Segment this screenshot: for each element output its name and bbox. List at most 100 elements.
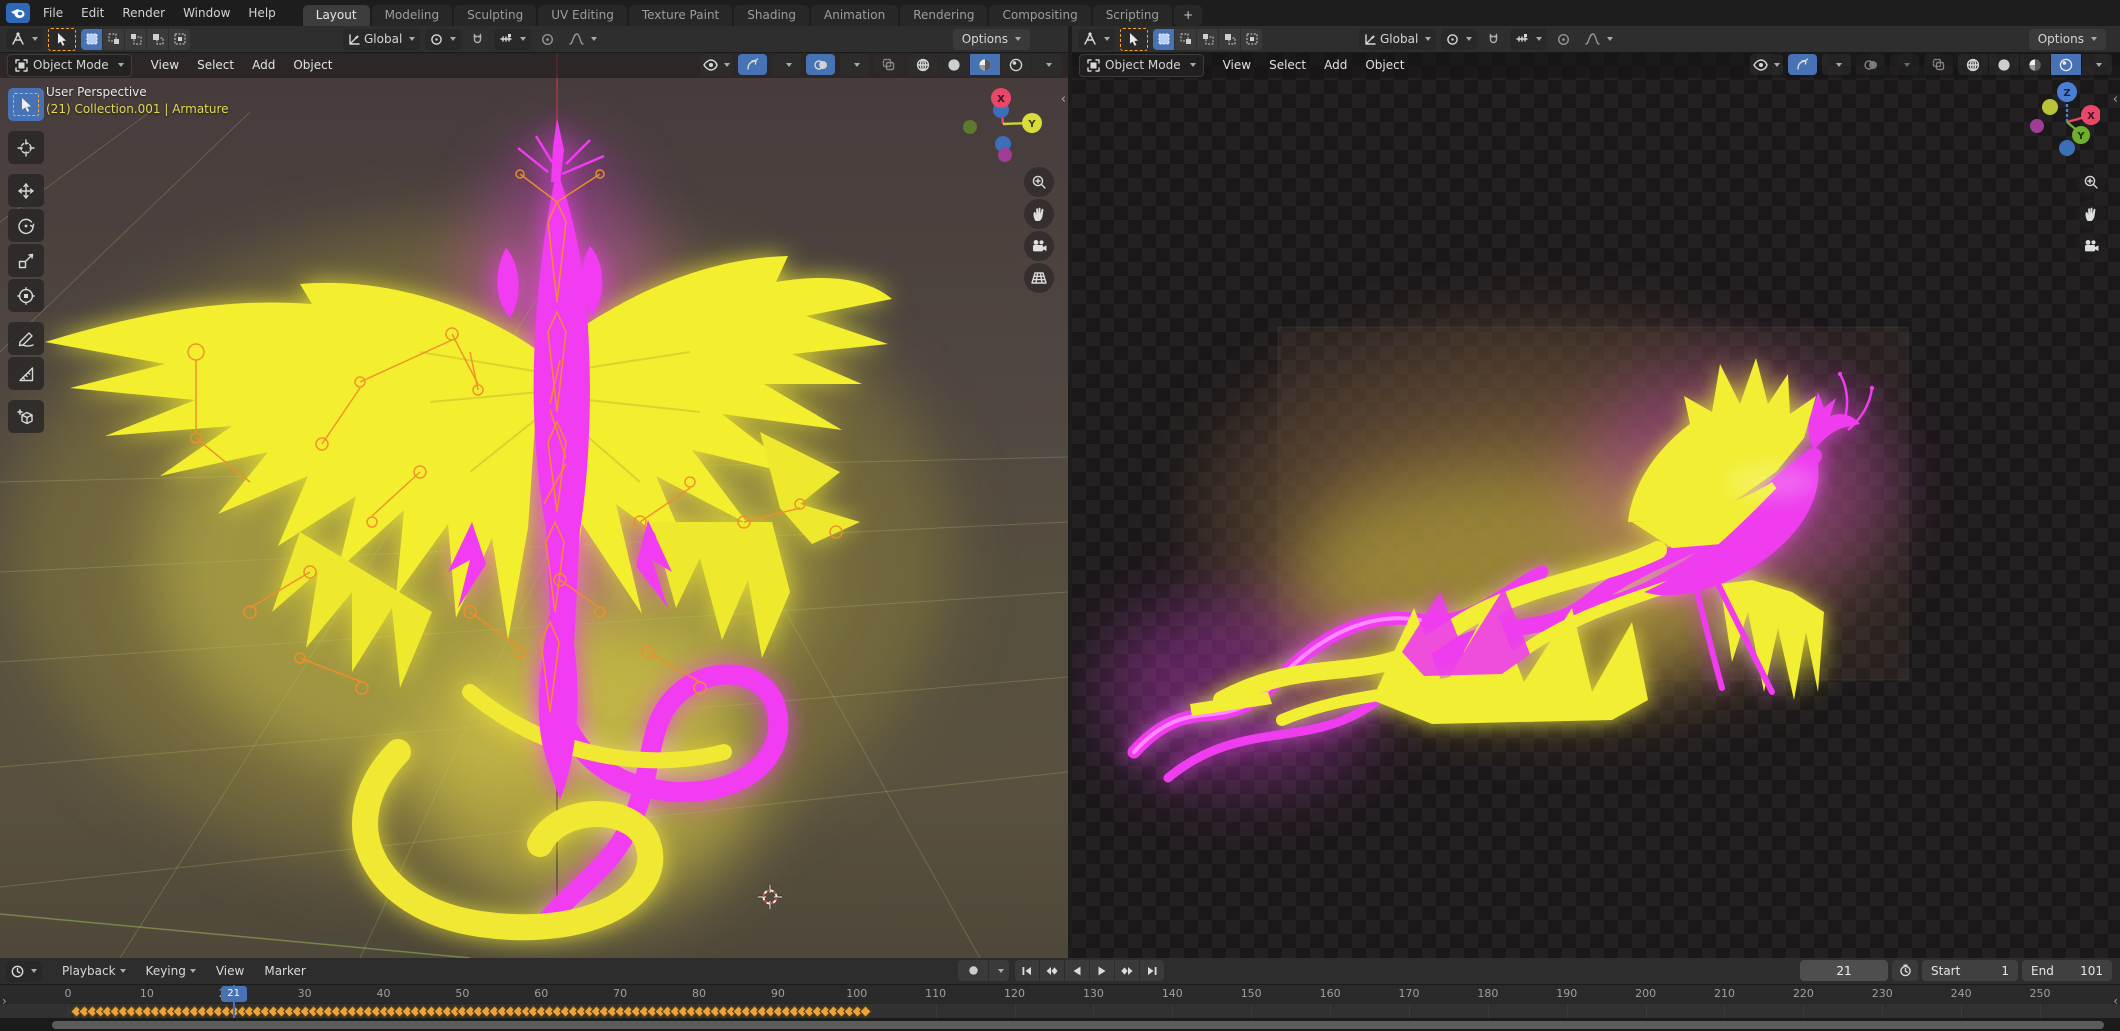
tab-compositing[interactable]: Compositing	[989, 5, 1090, 26]
proportional-editing-toggle[interactable]	[536, 29, 559, 50]
snapping-dropdown[interactable]	[1510, 29, 1547, 50]
add-workspace-button[interactable]: +	[1174, 5, 1202, 26]
transform-orientation-dropdown[interactable]: Global	[343, 29, 420, 50]
select-mode-new[interactable]	[81, 29, 102, 50]
viewport-menu-object[interactable]: Object	[1356, 53, 1413, 77]
tab-texture-paint[interactable]: Texture Paint	[629, 5, 732, 26]
show-object-types-dropdown[interactable]	[700, 54, 733, 75]
sidebar-collapse-arrow[interactable]: ‹	[2113, 92, 2118, 107]
viewport-menu-add[interactable]: Add	[243, 53, 284, 77]
navigation-gizmo[interactable]: Z X Y	[1980, 82, 2100, 172]
overlays-dropdown[interactable]	[840, 54, 869, 75]
editor-type-button[interactable]	[6, 29, 43, 50]
transform-orientation-dropdown[interactable]: Global	[1359, 29, 1436, 50]
select-mode-intersect[interactable]	[169, 29, 190, 50]
tab-uv-editing[interactable]: UV Editing	[538, 5, 627, 26]
proportional-falloff-dropdown[interactable]	[564, 29, 602, 50]
overlays-dropdown[interactable]	[1890, 54, 1919, 75]
sidebar-collapse-arrow[interactable]: ‹	[1061, 92, 1066, 107]
shading-dropdown[interactable]	[2082, 54, 2112, 75]
zoom-icon[interactable]	[1024, 167, 1054, 197]
shading-rendered-button[interactable]	[2051, 54, 2081, 75]
jump-to-end-button[interactable]	[1140, 960, 1164, 981]
viewport-menu-object[interactable]: Object	[284, 53, 341, 77]
snap-toggle[interactable]	[1482, 29, 1505, 50]
cursor-tool[interactable]	[8, 131, 44, 164]
menu-file[interactable]: File	[34, 0, 72, 26]
rotate-tool[interactable]	[8, 209, 44, 242]
select-mode-subtract[interactable]	[125, 29, 146, 50]
shading-solid-button[interactable]	[939, 54, 969, 75]
editor-type-button[interactable]	[1078, 29, 1115, 50]
timeline-menu-view[interactable]: View	[206, 959, 254, 983]
shading-material-button[interactable]	[970, 54, 1000, 75]
tab-rendering[interactable]: Rendering	[900, 5, 987, 26]
menu-render[interactable]: Render	[113, 0, 174, 26]
tab-shading[interactable]: Shading	[734, 5, 809, 26]
ruler-collapse-arrow[interactable]: ‹	[2113, 994, 2118, 1008]
viewport-menu-add[interactable]: Add	[1315, 53, 1356, 77]
overlays-toggle[interactable]	[806, 54, 835, 75]
play-button[interactable]	[1090, 960, 1114, 981]
start-frame-field[interactable]: Start 1	[1922, 960, 2018, 981]
snapping-dropdown[interactable]	[494, 29, 531, 50]
active-tool-select-box[interactable]	[1120, 28, 1148, 51]
blender-logo-icon[interactable]	[6, 3, 30, 23]
mode-dropdown[interactable]: Object Mode	[7, 54, 132, 77]
select-mode-new[interactable]	[1153, 29, 1174, 50]
end-frame-field[interactable]: End 101	[2022, 960, 2112, 981]
camera-view-icon[interactable]	[1024, 231, 1054, 261]
gizmos-toggle[interactable]	[738, 54, 767, 75]
gizmos-dropdown[interactable]	[772, 54, 801, 75]
mode-dropdown[interactable]: Object Mode	[1079, 54, 1204, 77]
pan-hand-icon[interactable]	[1024, 199, 1054, 229]
current-frame-field[interactable]: 21	[1800, 960, 1888, 981]
timeline-ruler[interactable]: 0102030405060708090100110120130140150160…	[0, 985, 2120, 1018]
snap-toggle[interactable]	[466, 29, 489, 50]
scale-tool[interactable]	[8, 244, 44, 277]
menu-edit[interactable]: Edit	[72, 0, 113, 26]
transform-tool[interactable]	[8, 279, 44, 312]
auto-keying-dropdown[interactable]	[989, 960, 1009, 981]
overlays-toggle[interactable]	[1856, 54, 1885, 75]
gizmos-dropdown[interactable]	[1822, 54, 1851, 75]
shading-wireframe-button[interactable]	[908, 54, 938, 75]
select-mode-subtract[interactable]	[1197, 29, 1218, 50]
viewport-menu-view[interactable]: View	[1214, 53, 1260, 77]
scrollbar-thumb[interactable]	[52, 1021, 2104, 1029]
gizmos-toggle[interactable]	[1788, 54, 1817, 75]
viewport-left-canvas[interactable]: Object Mode ViewSelectAddObject	[0, 52, 1068, 958]
measure-tool[interactable]	[8, 357, 44, 390]
annotate-tool[interactable]	[8, 322, 44, 355]
select-mode-intersect[interactable]	[1241, 29, 1262, 50]
pivot-point-dropdown[interactable]	[425, 29, 461, 50]
viewport-menu-select[interactable]: Select	[188, 53, 243, 77]
options-dropdown[interactable]: Options	[2029, 29, 2106, 50]
timeline-menu-keying[interactable]: Keying	[136, 959, 206, 983]
use-preview-range-button[interactable]	[1892, 960, 1918, 981]
menu-window[interactable]: Window	[174, 0, 239, 26]
auto-keying-record-button[interactable]	[958, 960, 988, 981]
tab-scripting[interactable]: Scripting	[1093, 5, 1172, 26]
select-mode-extend[interactable]	[1175, 29, 1196, 50]
shading-solid-button[interactable]	[1989, 54, 2019, 75]
orthographic-grid-icon[interactable]	[1024, 263, 1054, 293]
playhead-badge[interactable]: 21	[221, 986, 247, 1002]
previous-keyframe-button[interactable]	[1040, 960, 1064, 981]
shading-wireframe-button[interactable]	[1958, 54, 1988, 75]
shading-dropdown[interactable]	[1032, 54, 1062, 75]
editor-type-button[interactable]	[6, 961, 42, 982]
jump-to-start-button[interactable]	[1015, 960, 1039, 981]
shading-rendered-button[interactable]	[1001, 54, 1031, 75]
tab-layout[interactable]: Layout	[303, 5, 370, 26]
ruler-expand-arrow[interactable]: ›	[2, 994, 7, 1008]
show-object-types-dropdown[interactable]	[1750, 54, 1783, 75]
add-cube-tool[interactable]	[8, 400, 44, 433]
camera-view-icon[interactable]	[2076, 231, 2106, 261]
proportional-falloff-dropdown[interactable]	[1580, 29, 1618, 50]
select-mode-invert[interactable]	[1219, 29, 1240, 50]
select-mode-invert[interactable]	[147, 29, 168, 50]
tab-modeling[interactable]: Modeling	[372, 5, 453, 26]
xray-toggle[interactable]	[874, 54, 903, 75]
viewport-menu-view[interactable]: View	[142, 53, 188, 77]
